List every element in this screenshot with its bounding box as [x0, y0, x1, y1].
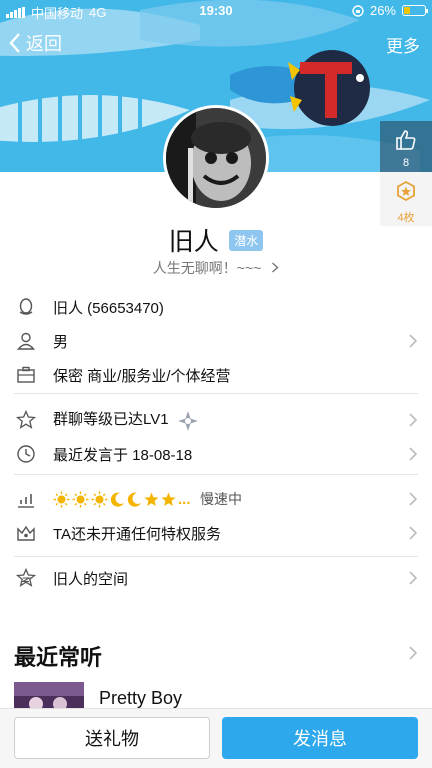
back-button[interactable]: 返回 — [8, 30, 62, 56]
name-row: 旧人 潜水 — [0, 222, 432, 258]
moon-icon — [127, 492, 141, 507]
job-text: 保密 商业/服务业/个体经营 — [53, 367, 231, 385]
chevron-right-icon — [409, 571, 418, 585]
like-button[interactable]: 8 — [380, 121, 432, 172]
diamond-star-icon — [177, 410, 198, 431]
privilege-text: TA还未开通任何特权服务 — [53, 525, 222, 543]
star-icon — [144, 492, 159, 506]
chevron-left-icon — [9, 33, 20, 53]
song-title[interactable]: Pretty Boy — [99, 688, 182, 709]
basic-info-list: 旧人 (56653470) 男 保密 商业/服务业/个体经营 — [0, 290, 432, 392]
battery-percent: 26% — [369, 3, 396, 18]
person-icon — [17, 332, 35, 350]
sun-icon — [53, 491, 70, 507]
penguin-icon — [19, 298, 33, 315]
section-divider — [14, 474, 418, 475]
gender-row[interactable]: 男 — [0, 324, 432, 358]
thumbs-up-icon — [396, 130, 416, 150]
send-message-button[interactable]: 发消息 — [222, 717, 418, 759]
space-row[interactable]: 旧人的空间 — [0, 561, 432, 595]
speed-text: 慢速中 — [200, 491, 242, 507]
chevron-right-icon — [409, 447, 418, 461]
sun-icon — [72, 491, 89, 507]
group-level-label: 群聊等级已达LV1 — [53, 411, 169, 429]
clock-icon — [17, 445, 35, 463]
last-speak-text: 最近发言于 18-08-18 — [53, 446, 193, 464]
chevron-right-icon — [409, 413, 418, 427]
qzone-star-icon — [16, 568, 36, 587]
chevron-right-icon — [409, 334, 418, 348]
chevron-right-icon — [409, 526, 418, 540]
medal-button[interactable]: 4枚 — [380, 172, 432, 226]
level-row[interactable]: ... 慢速中 — [0, 482, 432, 516]
signature[interactable]: 人生无聊啊！~~~ — [0, 258, 432, 278]
medal-icon — [397, 180, 415, 202]
moon-icon — [110, 492, 124, 507]
status-badge: 潜水 — [229, 229, 264, 251]
group-level-row[interactable]: 群聊等级已达LV1 — [0, 403, 432, 437]
gender-text: 男 — [53, 333, 69, 351]
privilege-row[interactable]: TA还未开通任何特权服务 — [0, 516, 432, 550]
profile-name: 旧人 — [168, 228, 219, 256]
level-ellipsis: ... — [178, 490, 191, 508]
level-icons: ... — [53, 491, 191, 508]
qq-row: 旧人 (56653470) — [0, 290, 432, 324]
chevron-right-icon[interactable] — [408, 646, 418, 660]
group-level-text: 群聊等级已达LV1 — [53, 408, 199, 431]
status-bar: 中国移动 4G 19:30 26% — [0, 0, 432, 22]
avatar-image — [166, 108, 266, 208]
section-divider — [14, 393, 418, 394]
more-button[interactable]: 更多 — [386, 32, 420, 57]
section-divider — [14, 556, 418, 557]
star-icon — [161, 492, 176, 506]
briefcase-icon — [17, 366, 35, 383]
job-row: 保密 商业/服务业/个体经营 — [0, 358, 432, 392]
status-right: 26% — [352, 3, 428, 18]
last-speak-row[interactable]: 最近发言于 18-08-18 — [0, 437, 432, 471]
activity-list: 群聊等级已达LV1 最近发言于 18-08-18 — [0, 403, 432, 471]
crown-icon — [17, 525, 35, 541]
sun-icon — [91, 491, 108, 507]
battery-icon — [402, 5, 428, 16]
qq-number: 旧人 (56653470) — [53, 299, 164, 317]
level-list: ... 慢速中 TA还未开通任何特权服务 — [0, 482, 432, 550]
bottom-action-bar: 送礼物 发消息 — [0, 708, 432, 768]
space-text: 旧人的空间 — [53, 570, 129, 588]
chart-up-icon — [18, 494, 34, 508]
chevron-right-icon — [409, 492, 418, 506]
orientation-lock-icon — [352, 4, 364, 17]
send-gift-button[interactable]: 送礼物 — [14, 717, 210, 759]
like-count: 8 — [402, 157, 410, 169]
space-list: 旧人的空间 — [0, 561, 432, 595]
recent-music-title: 最近常听 — [14, 645, 103, 670]
avatar[interactable] — [163, 105, 269, 211]
back-label: 返回 — [26, 34, 62, 54]
star-outline-icon — [16, 410, 36, 429]
nav-bar: 返回 更多 — [0, 30, 432, 60]
signature-text: 人生无聊啊！~~~ — [152, 260, 262, 276]
chevron-right-icon — [272, 262, 279, 273]
